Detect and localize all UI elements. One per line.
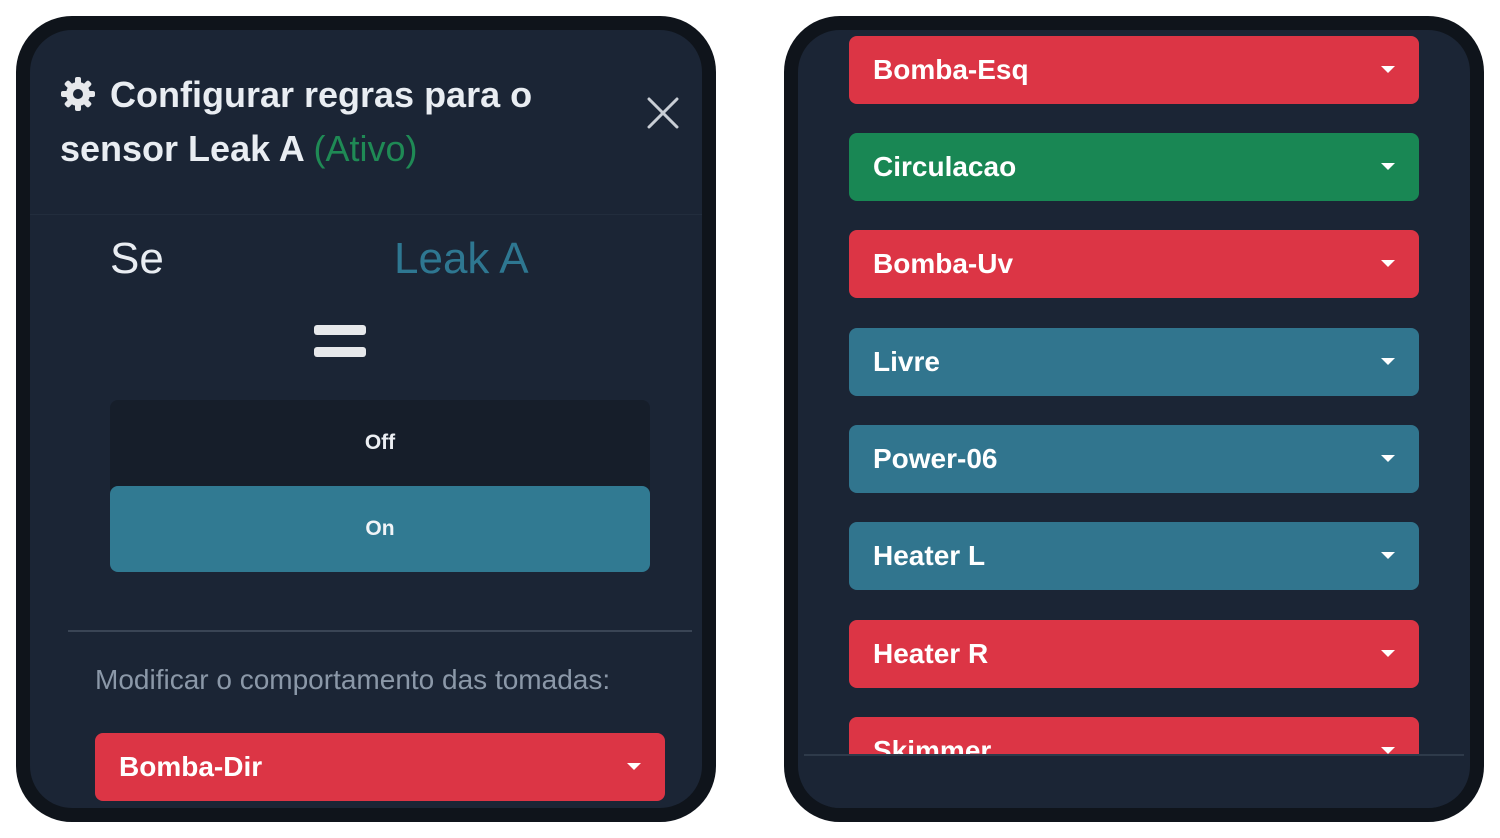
- outlet-dropdown-heater-l[interactable]: Heater L: [849, 522, 1419, 590]
- outlet-label: Bomba-Dir: [119, 751, 263, 782]
- divider: [68, 630, 692, 632]
- modal-title: Configurar regras para o sensor Leak A (…: [60, 68, 600, 176]
- equals-icon: [314, 325, 366, 359]
- modal-title-text: Configurar regras para o sensor Leak A: [60, 74, 533, 169]
- outlet-dropdown-bomba-dir[interactable]: Bomba-Dir: [95, 733, 665, 801]
- sensor-name: Leak A: [394, 234, 529, 283]
- outlet-label: Heater L: [873, 540, 986, 571]
- outlet-label: Heater R: [873, 638, 989, 669]
- caret-down-icon: [1381, 455, 1395, 462]
- status-badge: (Ativo): [313, 128, 418, 169]
- caret-down-icon: [627, 763, 641, 770]
- outlet-dropdown-bomba-uv[interactable]: Bomba-Uv: [849, 230, 1419, 298]
- caret-down-icon: [1381, 66, 1395, 73]
- outlet-label: Bomba-Esq: [873, 54, 1029, 85]
- outlet-list[interactable]: Bomba-Esq Circulacao Bomba-Uv Livre Powe…: [798, 30, 1470, 756]
- outlet-label: Power-06: [873, 443, 998, 474]
- state-option-on[interactable]: On: [110, 486, 650, 572]
- state-select[interactable]: Off On: [110, 400, 650, 572]
- caret-down-icon: [1381, 163, 1395, 170]
- outlet-dropdown-livre[interactable]: Livre: [849, 328, 1419, 396]
- outlet-dropdown-circulacao[interactable]: Circulacao: [849, 133, 1419, 201]
- right-screen: Bomba-Esq Circulacao Bomba-Uv Livre Powe…: [784, 16, 1484, 822]
- outlet-dropdown-heater-r[interactable]: Heater R: [849, 620, 1419, 688]
- outlets-section-label: Modificar o comportamento das tomadas:: [95, 664, 611, 695]
- outlet-dropdown-bomba-esq[interactable]: Bomba-Esq: [849, 36, 1419, 104]
- caret-down-icon: [1381, 650, 1395, 657]
- gear-icon: [61, 77, 95, 111]
- condition-label: Se: [110, 234, 164, 283]
- close-icon[interactable]: [646, 96, 680, 130]
- outlet-label: Bomba-Uv: [873, 248, 1014, 279]
- outlet-label: Livre: [873, 346, 940, 377]
- outlet-dropdown-power-06[interactable]: Power-06: [849, 425, 1419, 493]
- outlet-dropdown-skimmer[interactable]: Skimmer: [849, 717, 1419, 756]
- left-screen: Configurar regras para o sensor Leak A (…: [16, 16, 716, 822]
- modal-footer: [804, 754, 1464, 808]
- caret-down-icon: [1381, 358, 1395, 365]
- caret-down-icon: [1381, 747, 1395, 754]
- outlet-label: Circulacao: [873, 151, 1017, 182]
- modal-header: Configurar regras para o sensor Leak A (…: [30, 30, 702, 215]
- outlet-label: Skimmer: [873, 735, 992, 756]
- state-option-off[interactable]: Off: [110, 400, 650, 486]
- caret-down-icon: [1381, 552, 1395, 559]
- caret-down-icon: [1381, 260, 1395, 267]
